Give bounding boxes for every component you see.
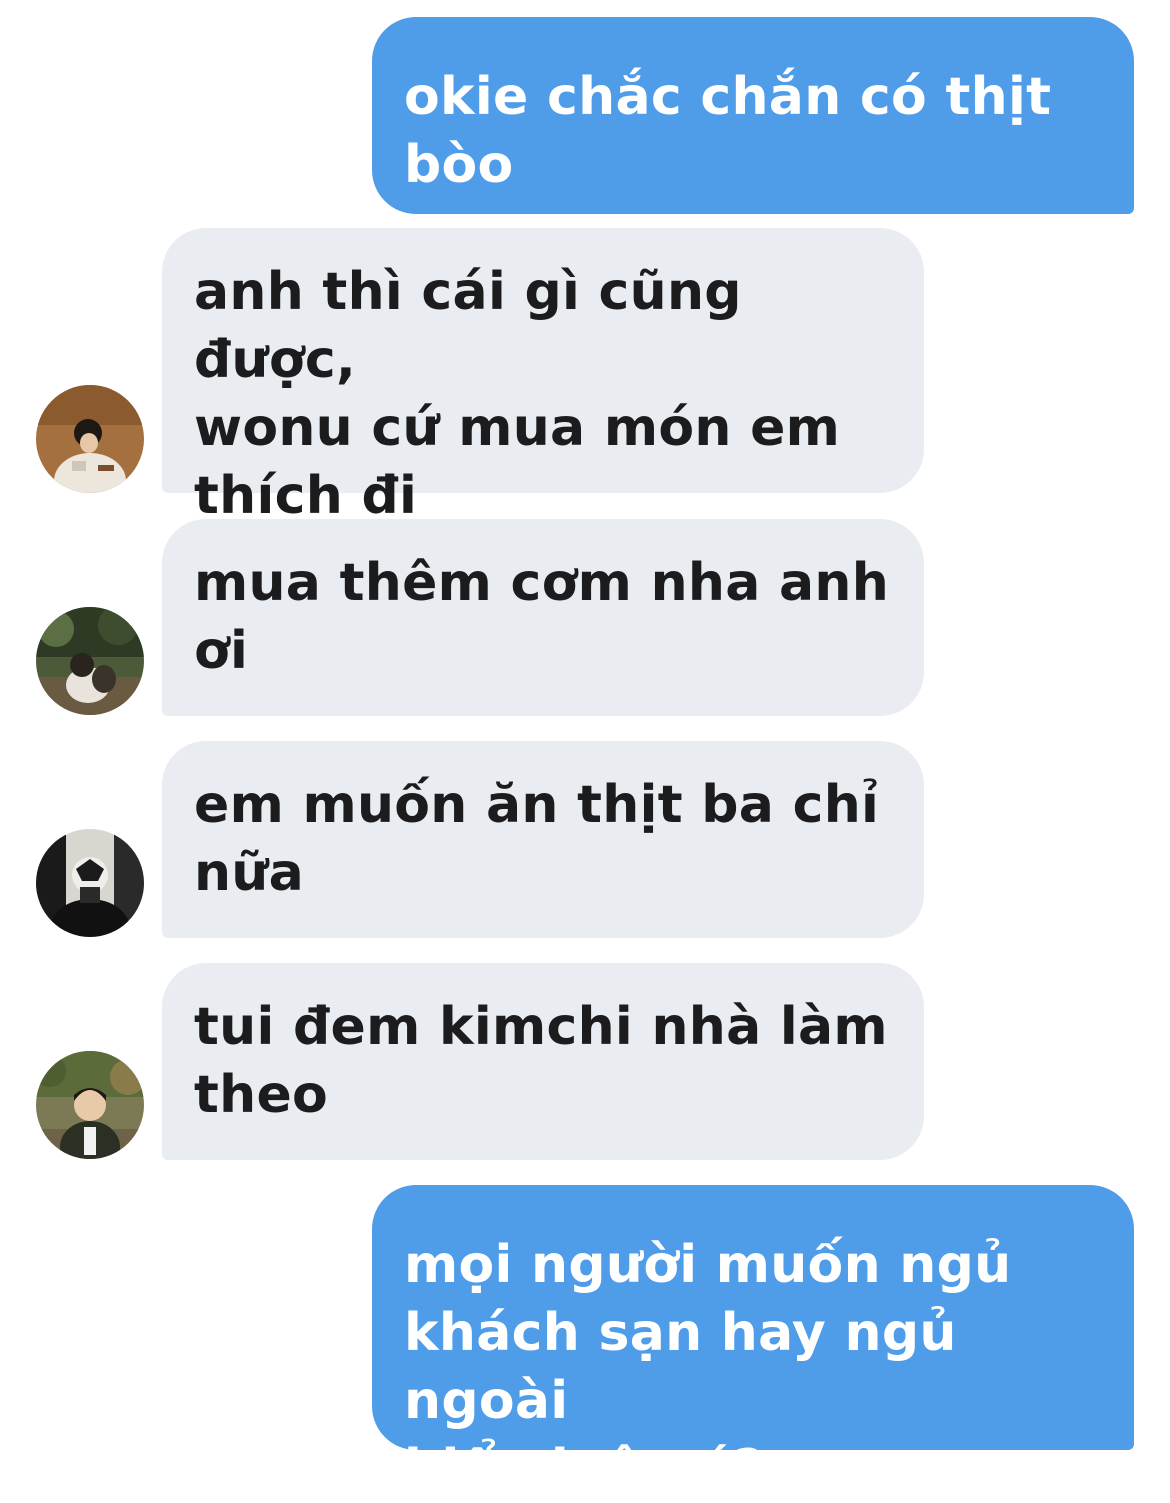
sender-avatar[interactable] (36, 385, 144, 493)
avatar-photo-icon (36, 385, 144, 493)
sender-avatar[interactable] (36, 607, 144, 715)
sender-avatar[interactable] (36, 1051, 144, 1159)
incoming-message-bubble[interactable]: em muốn ăn thịt ba chỉ nữa (162, 741, 924, 938)
sender-avatar[interactable] (36, 829, 144, 937)
outgoing-message-bubble[interactable]: okie chắc chắn có thịt bòo (372, 17, 1134, 214)
avatar-photo-icon (36, 607, 144, 715)
incoming-message-bubble[interactable]: tui đem kimchi nhà làm theo (162, 963, 924, 1160)
avatar-photo-icon (36, 1051, 144, 1159)
incoming-message-bubble[interactable]: anh thì cái gì cũng được, wonu cứ mua mó… (162, 228, 924, 526)
avatar-photo-icon (36, 829, 144, 937)
incoming-message-bubble[interactable]: mua thêm cơm nha anh ơi (162, 519, 924, 716)
message-thread: okie chắc chắn có thịt bòo anh thì cái g… (0, 0, 1170, 1499)
outgoing-message-bubble[interactable]: mọi người muốn ngủ khách sạn hay ngủ ngo… (372, 1185, 1134, 1499)
